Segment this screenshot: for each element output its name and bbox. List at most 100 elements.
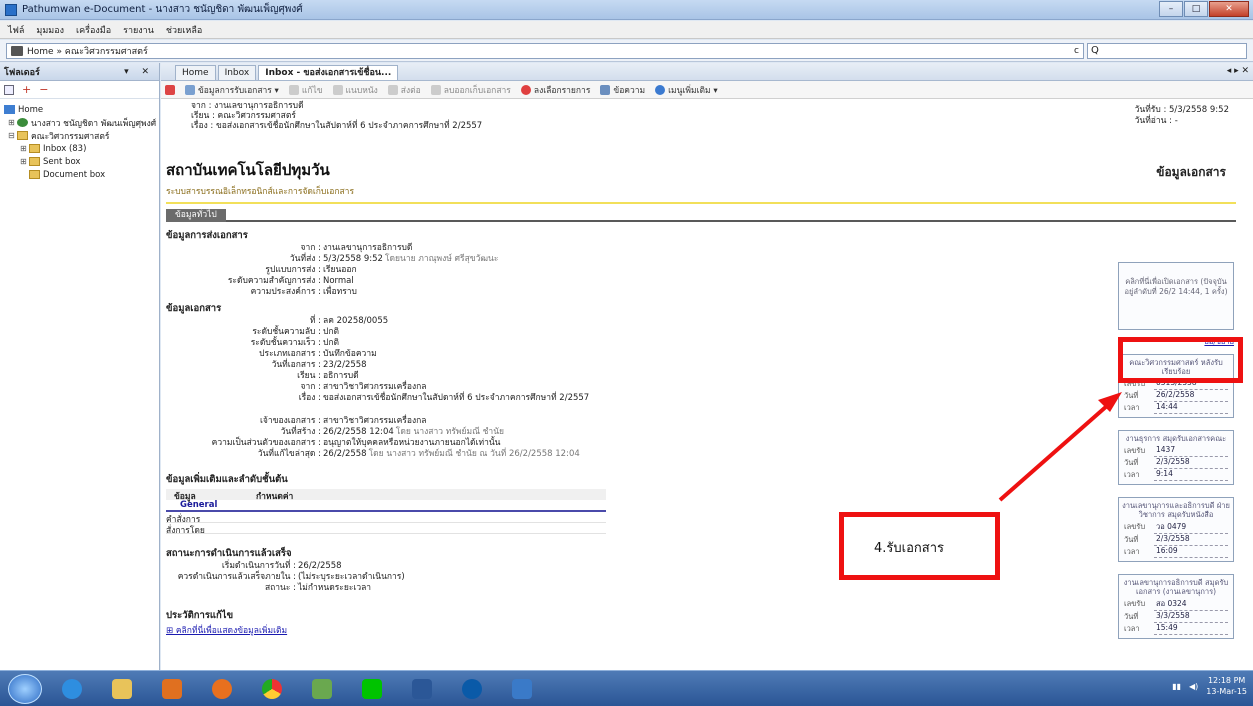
search-input[interactable]: Q: [1087, 42, 1247, 59]
tab-document[interactable]: Inbox - ขอส่งเอกสารเข้ชื่อน...: [258, 65, 399, 80]
menu-report[interactable]: รายงาน: [123, 23, 154, 37]
volume-icon[interactable]: ◀): [1189, 682, 1198, 691]
institution-name: สถาบันเทคโนโลยีปทุมวัน: [166, 161, 330, 179]
archive-button[interactable]: ลบออกเก็บเอกสาร: [430, 83, 511, 97]
clock[interactable]: 12:18 PM 13-Mar-15: [1206, 675, 1247, 697]
hp-icon: [462, 678, 482, 699]
routing-panel: คลิกที่นี่เพื่อเปิดเอกสาร (ปัจจุบันอยู่ล…: [1118, 222, 1236, 639]
tab-strip: Home Inbox Inbox - ขอส่งเอกสารเข้ชื่อน..…: [161, 63, 1253, 81]
routing-value: 15:49: [1154, 623, 1228, 635]
close-button[interactable]: ✕: [1209, 1, 1249, 17]
archive-icon: [430, 84, 441, 95]
pane-controls[interactable]: ▾ ✕: [124, 67, 154, 77]
field-row: ระดับชั้นความเร็ว : ปกติ: [166, 338, 1118, 349]
field-note: โดย นางสาว ทรัพย์มณี ชำนัย ณ วันที่ 26/2…: [368, 449, 580, 459]
folder-pane-header: โฟลเดอร์ ▾ ✕: [0, 63, 159, 81]
field-label: ระดับชั้นความเร็ว :: [250, 338, 321, 348]
taskbar-word[interactable]: [402, 674, 442, 704]
menu-file[interactable]: ไฟล์: [8, 23, 24, 37]
tree-item-sent[interactable]: ⊞ Sent box: [0, 155, 159, 168]
maximize-button[interactable]: □: [1184, 1, 1208, 17]
menu-view[interactable]: มุมมอง: [36, 23, 64, 37]
field-row: ความประสงค์การ : เพื่อทราบ: [166, 287, 1118, 298]
field-label: จาก :: [300, 243, 321, 253]
ie-icon: [62, 678, 82, 699]
tree-item-faculty[interactable]: ⊟ คณะวิศวกรรมศาสตร์: [0, 129, 159, 142]
collapse-icon[interactable]: ⊟: [8, 131, 17, 140]
routing-caption: งานเลขานุการอธิการบดี สมุดรับเอกสาร (งาน…: [1123, 578, 1229, 596]
menu-tools[interactable]: เครื่องมือ: [76, 23, 111, 37]
attach-button[interactable]: แนบหนัง: [332, 83, 378, 97]
field-row: จาก : สาขาวิชาวิศวกรรมเครื่องกล: [166, 382, 1118, 393]
field-row: วันที่สร้าง : 26/2/2558 12:04 โดย นางสาว …: [166, 427, 1118, 438]
pane-icon[interactable]: [4, 84, 14, 95]
routing-value: 26/2/2558: [1154, 390, 1228, 402]
taskbar-hp[interactable]: [452, 674, 492, 704]
system-tray: ▮▮ ◀) 12:18 PM 13-Mar-15: [1172, 675, 1247, 697]
column-header: ข้อมูล: [174, 492, 196, 502]
callout-label: 4.รับเอกสาร: [874, 541, 944, 556]
menu-icon[interactable]: [165, 84, 175, 95]
forward-button[interactable]: ส่งต่อ: [387, 83, 421, 97]
tab-inbox[interactable]: Inbox: [217, 65, 257, 80]
tab-home[interactable]: Home: [175, 65, 216, 80]
tree-item-user[interactable]: ⊞ นางสาว ชนัญชิดา พัฒนเพ็ญศุพงศ์: [0, 116, 159, 129]
taskbar-chrome[interactable]: [252, 674, 292, 704]
inbox-folder-icon: [29, 144, 40, 153]
tab-nav-controls[interactable]: ◂ ▸ ✕: [1227, 66, 1249, 76]
routing-caption: งานธุรการ สมุดรับเอกสารคณะ: [1125, 434, 1227, 443]
taskbar-window[interactable]: [502, 674, 542, 704]
history-section-title: ประวัติการแก้ไข: [166, 610, 234, 621]
select-items-button[interactable]: ลงเลือกรายการ: [520, 83, 590, 97]
field-label: วันที่ส่ง :: [289, 254, 321, 264]
taskbar-line[interactable]: [352, 674, 392, 704]
open-document-box[interactable]: คลิกที่นี่เพื่อเปิดเอกสาร (ปัจจุบันอยู่ล…: [1118, 262, 1234, 330]
read-date: วันที่อ่าน : -: [1134, 116, 1178, 126]
routing-label: เลขรับ: [1124, 599, 1146, 608]
taskbar-photos[interactable]: [302, 674, 342, 704]
receive-info-button[interactable]: ข้อมูลการรับเอกสาร ▾: [185, 83, 279, 97]
remove-folder-button[interactable]: −: [39, 83, 48, 96]
message-button[interactable]: ข้อความ: [600, 83, 645, 97]
header-from: จาก : งานเลขานุการอธิการบดี: [191, 101, 304, 111]
network-icon[interactable]: ▮▮: [1172, 682, 1181, 691]
routing-value: 16:09: [1154, 546, 1228, 558]
taskbar-firefox[interactable]: [202, 674, 242, 704]
field-row: ประเภทเอกสาร : บันทึกข้อความ: [166, 349, 1118, 360]
add-folder-button[interactable]: +: [22, 83, 31, 96]
edit-button[interactable]: แก้ไข: [288, 83, 323, 97]
taskbar-ie[interactable]: [52, 674, 92, 704]
more-menu-button[interactable]: เมนูเพิ่มเติม ▾: [655, 83, 718, 97]
refresh-icon[interactable]: c: [1074, 46, 1079, 56]
field-value: อนุญาตให้บุคคลหรือหน่วยงานภายนอกได้เท่าน…: [323, 438, 501, 448]
expand-icon[interactable]: ⊞: [20, 144, 29, 153]
field-note: โดย นางสาว ทรัพย์มณี ชำนัย: [395, 427, 504, 437]
taskbar-media[interactable]: [152, 674, 192, 704]
tree-item-inbox[interactable]: ⊞ Inbox (83): [0, 142, 159, 155]
tab-general[interactable]: ข้อมูลทั่วไป: [166, 209, 226, 222]
start-button[interactable]: [8, 673, 42, 704]
field-label: จาก :: [300, 382, 321, 392]
chrome-icon: [262, 678, 282, 699]
history-expand-link[interactable]: ⊞ คลิกที่นี่เพื่อแสดงข้อมูลเพิ่มเติม: [166, 623, 1118, 637]
routing-value: 2/3/2558: [1154, 457, 1228, 469]
routing-label: วันที่: [1124, 391, 1139, 400]
breadcrumb[interactable]: Home » คณะวิศวกรรมศาสตร์ c: [6, 42, 1084, 59]
tree-item-home[interactable]: Home: [0, 103, 159, 116]
routing-box: งานธุรการ สมุดรับเอกสารคณะ เลขรับ 1437 วันท…: [1118, 430, 1234, 485]
document-icon: [185, 84, 195, 95]
menu-help[interactable]: ช่วยเหลือ: [166, 23, 202, 37]
system-subtitle: ระบบสารบรรณอิเล็กทรอนิกส์และการจัดเก็บเอ…: [166, 184, 1236, 204]
field-label: ที่ :: [309, 316, 321, 326]
field-label: เรื่อง :: [298, 393, 321, 403]
minimize-button[interactable]: –: [1159, 1, 1183, 17]
taskbar-explorer[interactable]: [102, 674, 142, 704]
tree-item-document-box[interactable]: Document box: [0, 168, 159, 181]
field-value: เพื่อทราบ: [323, 287, 357, 297]
main-panel: Home Inbox Inbox - ขอส่งเอกสารเข้ชื่อน..…: [161, 63, 1253, 670]
routing-box: งานเลขานุการและอธิการบดี ฝ่ายวิชาการ สมุ…: [1118, 497, 1234, 562]
expand-icon[interactable]: ⊞: [8, 118, 17, 127]
expand-icon[interactable]: ⊞: [20, 157, 29, 166]
routing-value: สอ 0324: [1154, 598, 1228, 611]
taskbar: ▮▮ ◀) 12:18 PM 13-Mar-15: [0, 670, 1253, 706]
